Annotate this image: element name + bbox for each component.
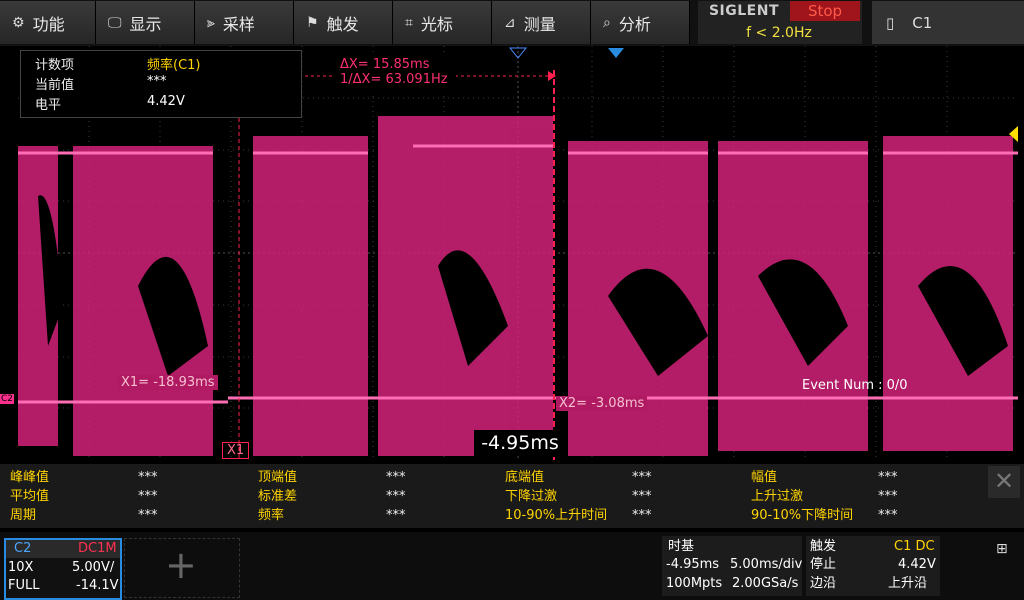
- meas-label: 幅值: [751, 470, 778, 485]
- timebase-memory: 100Mpts: [666, 576, 723, 591]
- add-channel-slot[interactable]: +: [124, 538, 240, 598]
- top-menu-bar: ⚙ 功能 🖵 显示 ⫸ 采样 ⚑ 触发 ⌗ 光标 ⊿ 测量 ⌕ 分析 SIGLE…: [0, 0, 1024, 46]
- channel-indicator: C1: [912, 13, 933, 32]
- menu-measure[interactable]: ⊿ 测量: [492, 1, 591, 44]
- acquire-icon: ⫸: [207, 14, 215, 31]
- timebase-panel[interactable]: 时基 -4.95ms 5.00ms/div 100Mpts 2.00GSa/s: [662, 536, 802, 596]
- meas-value: ***: [138, 489, 158, 504]
- channel2-scale: 5.00V/: [72, 560, 115, 575]
- counter-level-value: 4.42V: [147, 94, 185, 109]
- meas-label: 底端值: [505, 470, 545, 485]
- trigger-panel[interactable]: 触发 C1 DC 停止 4.42V 边沿 上升沿: [806, 536, 940, 596]
- meas-label: 平均值: [10, 489, 50, 504]
- cursor-delta-panel: ΔX= 15.85ms 1/ΔX= 63.091Hz: [334, 56, 456, 96]
- menu-cursor[interactable]: ⌗ 光标: [393, 1, 492, 44]
- trigger-source: C1 DC: [894, 539, 935, 554]
- menu-label: 显示: [129, 14, 162, 34]
- trigger-frequency: f < 2.0Hz: [746, 25, 812, 41]
- cursor-delta-x: ΔX= 15.85ms: [340, 57, 430, 72]
- menu-analyze[interactable]: ⌕ 分析: [591, 1, 690, 44]
- counter-current-value: ***: [147, 74, 167, 89]
- trigger-level: 4.42V: [898, 557, 936, 572]
- channel2-name: C2: [14, 541, 32, 556]
- channel2-header: C2 DC1M: [6, 540, 120, 558]
- run-state-indicator[interactable]: Stop: [790, 1, 860, 21]
- meas-label: 10-90%上升时间: [505, 508, 608, 523]
- meas-label: 上升过激: [751, 489, 804, 504]
- menu-trigger[interactable]: ⚑ 触发: [294, 1, 393, 44]
- meas-value: ***: [632, 470, 652, 485]
- counter-item-value: 频率(C1): [147, 58, 201, 73]
- menu-label: 光标: [420, 14, 453, 34]
- counter-current-label: 当前值: [35, 78, 75, 93]
- menu-label: 分析: [618, 14, 651, 34]
- channel2-probe: 10X: [8, 560, 34, 575]
- cursor-x1-tag[interactable]: X1: [222, 442, 250, 459]
- trigger-icon: ⚑: [306, 14, 319, 31]
- timebase-title: 时基: [668, 539, 695, 554]
- timebase-delay: -4.95ms: [666, 557, 720, 572]
- channel2-offset: -14.1V: [76, 578, 119, 593]
- meas-value: ***: [878, 508, 898, 523]
- meas-value: ***: [386, 508, 406, 523]
- menu-label: 功能: [32, 14, 65, 34]
- meas-label: 下降过激: [505, 489, 558, 504]
- cursor-icon: ⌗: [405, 14, 413, 31]
- meas-value: ***: [878, 489, 898, 504]
- meas-value: ***: [138, 508, 158, 523]
- counter-panel: 计数项 频率(C1) 当前值 *** 电平 4.42V: [20, 50, 302, 118]
- meas-value: ***: [138, 470, 158, 485]
- menu-acquire[interactable]: ⫸ 采样: [195, 1, 294, 44]
- trigger-edge-label: 边沿: [810, 576, 837, 591]
- horizontal-delay-readout: -4.95ms: [474, 430, 566, 456]
- trigger-slope: 上升沿: [888, 576, 928, 591]
- meas-value: ***: [632, 508, 652, 523]
- meas-label: 90-10%下降时间: [751, 508, 854, 523]
- network-icon[interactable]: ⊞: [996, 541, 1008, 557]
- meas-value: ***: [386, 489, 406, 504]
- channel-ground-marker: C2: [0, 394, 14, 404]
- meas-label: 标准差: [258, 489, 298, 504]
- function-icon: ⚙: [12, 14, 25, 31]
- close-measurement-button[interactable]: ✕: [988, 466, 1020, 498]
- channel2-panel[interactable]: C2 DC1M 10X 5.00V/ FULL -14.1V: [4, 538, 122, 600]
- meas-label: 顶端值: [258, 470, 298, 485]
- counter-level-label: 电平: [35, 98, 62, 113]
- measure-icon: ⊿: [504, 14, 516, 31]
- display-icon: 🖵: [108, 14, 122, 31]
- analyze-icon: ⌕: [603, 14, 611, 31]
- event-count: Event Num : 0/0: [802, 378, 908, 393]
- battery-icon: ▯: [886, 13, 895, 32]
- measurement-table: 峰峰值 *** 顶端值 *** 底端值 *** 幅值 *** 平均值 *** 标…: [0, 464, 1024, 528]
- trigger-state: 停止: [810, 557, 837, 572]
- meas-value: ***: [878, 470, 898, 485]
- meas-value: ***: [632, 489, 652, 504]
- menu-display[interactable]: 🖵 显示: [96, 1, 195, 44]
- plus-icon: +: [165, 543, 197, 587]
- close-icon: ✕: [993, 467, 1015, 495]
- channel2-coupling: DC1M: [78, 541, 117, 556]
- timebase-sample-rate: 2.00GSa/s: [732, 576, 799, 591]
- brand-status-panel: SIGLENT Stop f < 2.0Hz: [698, 1, 862, 44]
- meas-label: 频率: [258, 508, 285, 523]
- channel2-bandwidth: FULL: [8, 578, 40, 593]
- menu-label: 触发: [326, 14, 359, 34]
- menu-function[interactable]: ⚙ 功能: [0, 1, 96, 44]
- menu-label: 采样: [222, 14, 255, 34]
- channel-menu-button[interactable]: ▯ C1: [872, 1, 1024, 44]
- timebase-scale: 5.00ms/div: [730, 557, 803, 572]
- trigger-title: 触发: [810, 539, 837, 554]
- cursor-x2-readout: X2= -3.08ms: [556, 396, 648, 411]
- brand-logo: SIGLENT: [708, 3, 780, 19]
- menu-label: 测量: [523, 14, 556, 34]
- meas-value: ***: [386, 470, 406, 485]
- cursor-x1-readout: X1= -18.93ms: [118, 375, 218, 390]
- meas-label: 峰峰值: [10, 470, 50, 485]
- meas-label: 周期: [10, 508, 37, 523]
- cursor-inverse-delta: 1/ΔX= 63.091Hz: [340, 72, 448, 87]
- counter-item-label: 计数项: [35, 58, 75, 73]
